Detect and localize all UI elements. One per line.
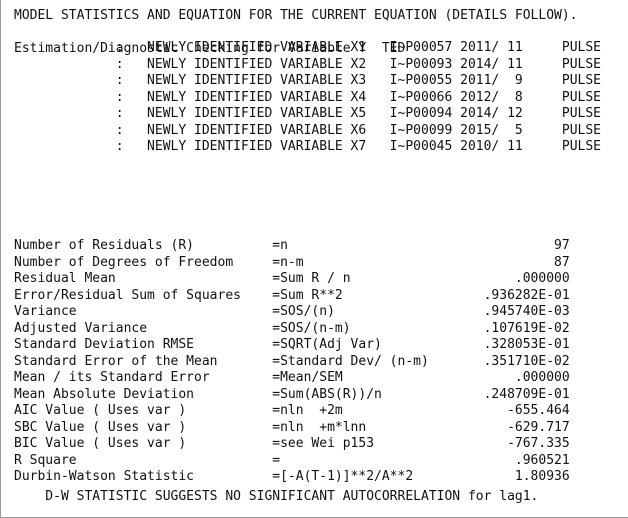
statistics-table: Number of Residuals (R) =n 97 Number of … xyxy=(14,238,570,486)
statistics-rows: Number of Residuals (R) =n 97 Number of … xyxy=(14,238,570,484)
identified-variables-table: : NEWLY IDENTIFIED VARIABLE X1 I~P00057 … xyxy=(14,40,601,156)
identified-variables-rows: : NEWLY IDENTIFIED VARIABLE X1 I~P00057 … xyxy=(115,40,601,154)
conclusion-text: D-W STATISTIC SUGGESTS NO SIGNIFICANT AU… xyxy=(14,489,539,504)
report-conclusion: D-W STATISTIC SUGGESTS NO SIGNIFICANT AU… xyxy=(14,489,538,506)
model-statistics-report: MODEL STATISTICS AND EQUATION FOR THE CU… xyxy=(0,0,628,518)
